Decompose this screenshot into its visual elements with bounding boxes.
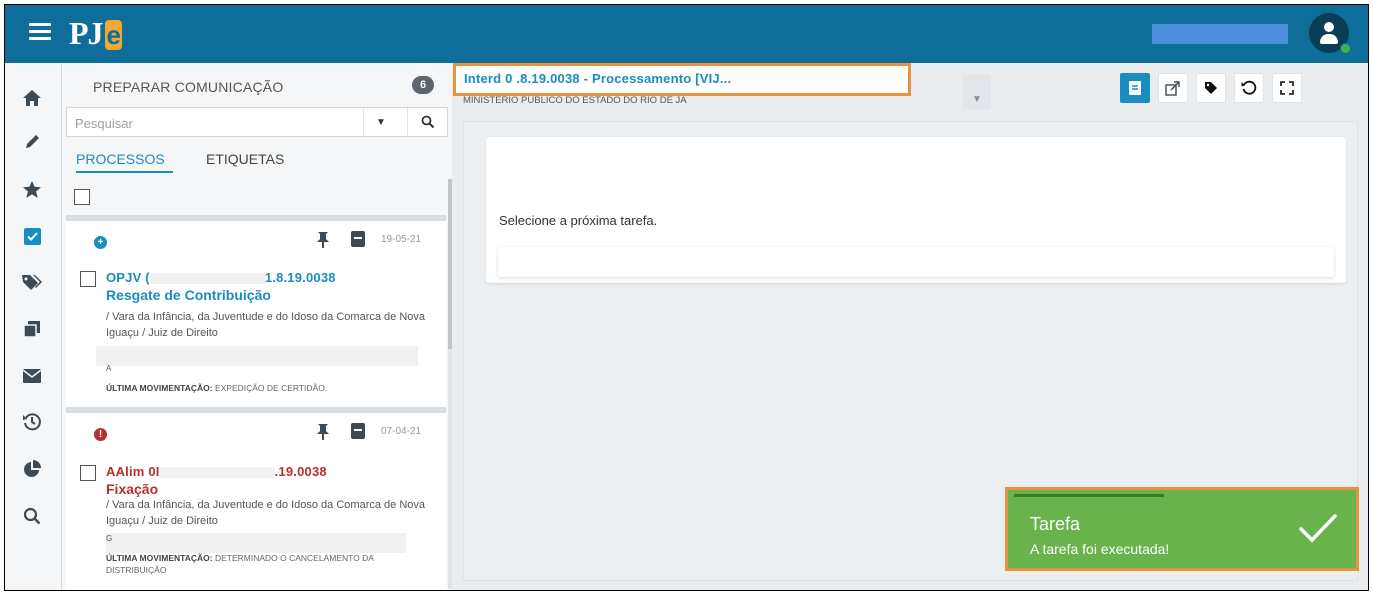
tag-icon (1205, 82, 1217, 94)
history-button[interactable] (1234, 73, 1264, 103)
pencil-icon[interactable] (19, 129, 45, 155)
copy-icon[interactable] (19, 316, 45, 342)
sidebar-rail (5, 63, 62, 590)
star-icon[interactable] (19, 176, 45, 202)
document-view-button[interactable] (1120, 73, 1150, 103)
card-checkbox[interactable] (80, 465, 96, 481)
card-date: 07-04-21 (381, 426, 422, 437)
card-checkbox[interactable] (80, 271, 96, 287)
task-card: Selecione a próxima tarefa. (486, 137, 1346, 283)
user-icon (1324, 22, 1334, 32)
notebook-icon[interactable] (351, 231, 365, 247)
process-description: / Vara da Infância, da Juventude e do Id… (106, 499, 425, 527)
checkbox-icon[interactable] (19, 223, 45, 249)
online-status-dot (1340, 43, 1351, 54)
toast-title: Tarefa (1030, 514, 1081, 534)
process-subheader: MINISTERIO PUBLICO DO ESTADO DO RIO DE J… (463, 95, 687, 106)
panel-title: PREPARAR COMUNICAÇÃO (93, 79, 284, 95)
history-icon[interactable] (19, 409, 45, 435)
app-window: PJ e PREPARAR COMUNICAÇÃO 6 Pesquisar ▼ … (4, 4, 1369, 591)
top-bar: PJ e (5, 5, 1368, 63)
process-task[interactable]: Fixação (106, 481, 158, 497)
pje-logo[interactable]: PJ e (69, 15, 123, 52)
process-description: / Vara da Infância, da Juventude e do Id… (106, 311, 425, 339)
home-icon[interactable] (19, 85, 45, 111)
envelope-icon[interactable] (19, 363, 45, 389)
notebook-icon[interactable] (351, 423, 365, 439)
check-icon (1299, 514, 1337, 543)
tab-processos[interactable]: PROCESSOS (76, 151, 173, 173)
success-toast[interactable]: Tarefa A tarefa foi executada! (1005, 487, 1359, 571)
tags-icon[interactable] (19, 269, 45, 295)
tab-etiquetas[interactable]: ETIQUETAS (206, 151, 284, 167)
toast-message: A tarefa foi executada! (1030, 541, 1170, 557)
process-number[interactable]: AAlim 0I .19.0038 (106, 464, 327, 479)
masked-line: A (106, 364, 112, 373)
toast-progress-bar (1014, 494, 1164, 497)
process-card[interactable]: + 19-05-21 OPJV (1.8.19.0038 Resgate de … (66, 215, 446, 407)
last-movement: ÚLTIMA MOVIMENTAÇÃO: EXPEDIÇÃO DE CERTID… (106, 383, 328, 393)
tag-button[interactable] (1196, 73, 1226, 103)
process-number[interactable]: OPJV (1.8.19.0038 (106, 270, 336, 285)
chevron-down-icon[interactable]: ▼ (363, 108, 398, 136)
search-icon (421, 115, 435, 129)
document-icon (1129, 81, 1141, 95)
task-options-panel[interactable] (498, 247, 1334, 277)
share-button[interactable] (1158, 73, 1188, 103)
user-name-redacted (1152, 24, 1288, 44)
info-icon: + (94, 236, 107, 249)
process-header-highlight: Interd 0 .8.19.0038 - Processamento [VIJ… (453, 63, 911, 96)
count-badge: 6 (412, 76, 434, 94)
masked-line: G (106, 534, 113, 543)
fullscreen-button[interactable] (1272, 73, 1302, 103)
menu-icon[interactable] (29, 23, 51, 40)
alert-icon: ! (94, 428, 107, 441)
expand-icon (1280, 81, 1294, 95)
card-date: 19-05-21 (381, 234, 422, 245)
process-list-panel: PREPARAR COMUNICAÇÃO 6 ▼ PROCESSOS ETIQU… (62, 63, 452, 590)
expand-header-button[interactable]: ▼ (963, 75, 991, 109)
pin-icon[interactable] (316, 423, 330, 441)
search-icon[interactable] (19, 503, 45, 529)
last-movement: ÚLTIMA MOVIMENTAÇÃO: DETERMINADO O CANCE… (106, 553, 374, 575)
task-prompt: Selecione a próxima tarefa. (499, 213, 658, 228)
search-input[interactable] (73, 112, 357, 134)
search-button[interactable] (407, 108, 448, 136)
panel-scrollbar[interactable] (448, 179, 452, 589)
process-title-link[interactable]: Interd 0 .8.19.0038 - Processamento [VIJ… (464, 71, 731, 86)
process-card[interactable]: ! 07-04-21 AAlim 0I .19.0038 Fixação / Va… (66, 407, 446, 590)
pin-icon[interactable] (316, 231, 330, 249)
process-task[interactable]: Resgate de Contribuição (106, 287, 271, 303)
share-icon (1165, 81, 1180, 96)
select-all-checkbox[interactable] (74, 189, 90, 205)
search-bar: ▼ (66, 107, 448, 137)
user-avatar[interactable] (1309, 13, 1351, 54)
pie-chart-icon[interactable] (19, 456, 45, 482)
history-icon (1241, 80, 1257, 95)
